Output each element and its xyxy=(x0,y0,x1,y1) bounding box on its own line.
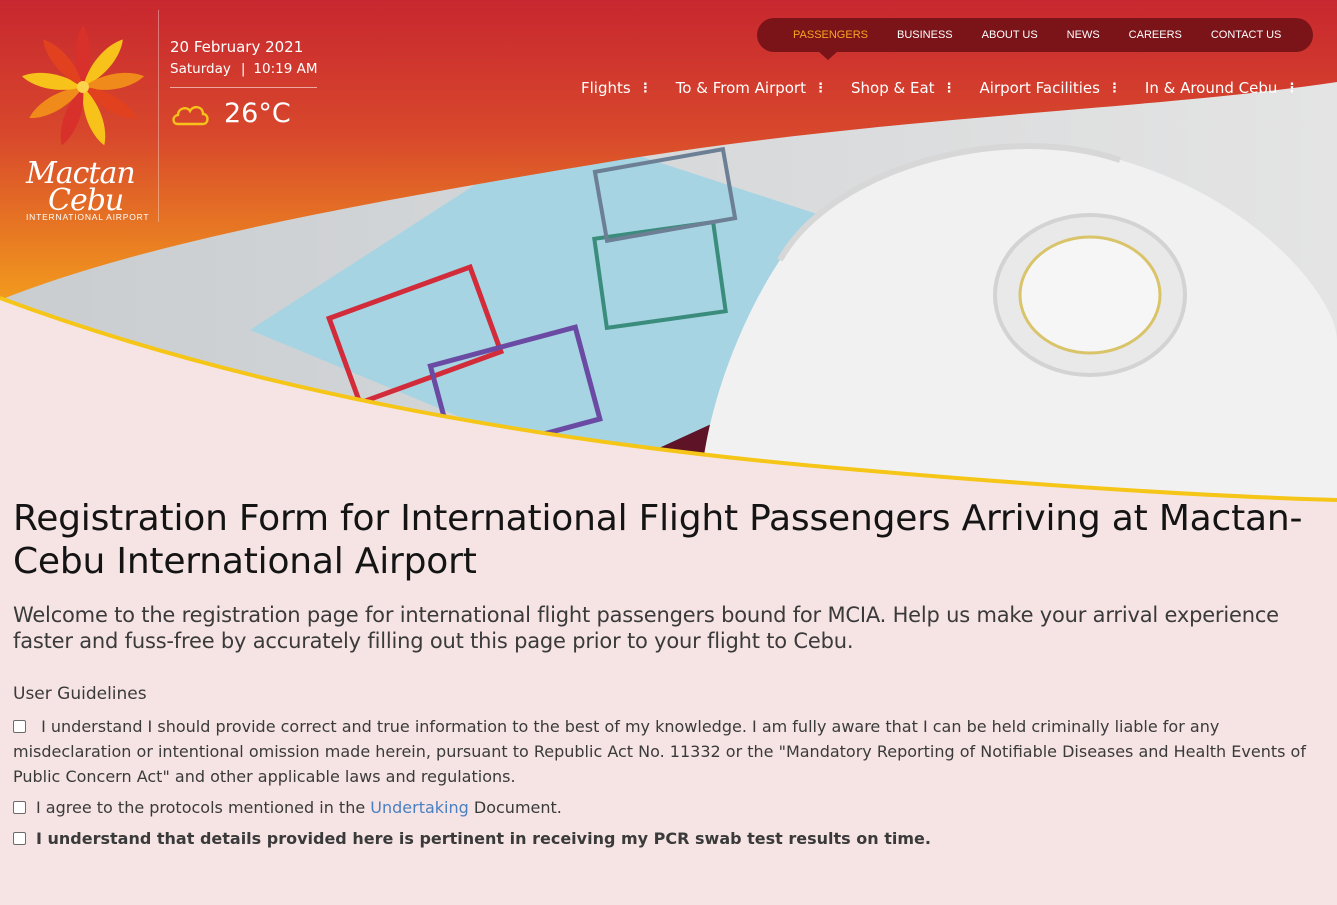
mainnav-shop-eat[interactable]: Shop & Eat ⋮ xyxy=(851,79,956,97)
mcia-logo[interactable]: Mactan Cebu INTERNATIONAL AIRPORT xyxy=(18,22,150,222)
flower-logo-icon xyxy=(21,25,145,146)
topnav-contact-us[interactable]: CONTACT US xyxy=(1211,29,1282,41)
topnav-news[interactable]: NEWS xyxy=(1067,29,1100,41)
menu-dots-icon: ⋮ xyxy=(814,80,827,96)
main-nav: Flights ⋮ To & From Airport ⋮ Shop & Eat ⋮ … xyxy=(581,79,1322,97)
date-rule xyxy=(170,87,317,88)
date-weather-widget: 20 February 2021 Saturday | 10:19 AM 26°C xyxy=(170,38,318,129)
menu-dots-icon: ⋮ xyxy=(1107,80,1121,96)
guideline-item-undertaking: I agree to the protocols mentioned in th… xyxy=(13,795,1313,820)
undertaking-checkbox[interactable] xyxy=(13,801,26,814)
menu-dots-icon: ⋮ xyxy=(638,80,652,96)
guidelines-heading: User Guidelines xyxy=(13,684,147,704)
mainnav-to-from-airport[interactable]: To & From Airport ⋮ xyxy=(676,79,827,97)
intro-text: Welcome to the registration page for int… xyxy=(13,603,1279,653)
guideline-item-pcr: I understand that details provided here … xyxy=(13,826,1313,851)
weather: 26°C xyxy=(170,98,318,129)
registration-content: Registration Form for International Flig… xyxy=(13,497,1313,851)
logo-subtitle: INTERNATIONAL AIRPORT xyxy=(26,212,150,222)
mainnav-flights[interactable]: Flights ⋮ xyxy=(581,79,652,97)
top-nav: PASSENGERS BUSINESS ABOUT US NEWS CAREER… xyxy=(757,18,1313,52)
pcr-checkbox[interactable] xyxy=(13,832,26,845)
hero-banner: Mactan Cebu INTERNATIONAL AIRPORT 20 Feb… xyxy=(0,0,1337,505)
topnav-about-us[interactable]: ABOUT US xyxy=(982,29,1038,41)
liability-text: I understand I should provide correct an… xyxy=(13,717,1306,786)
topnav-business[interactable]: BUSINESS xyxy=(897,29,953,41)
menu-dots-icon: ⋮ xyxy=(1285,80,1299,96)
guideline-item-liability: I understand I should provide correct an… xyxy=(13,714,1313,789)
undertaking-text: I agree to the protocols mentioned in th… xyxy=(36,798,562,817)
active-caret-icon xyxy=(818,51,838,60)
pcr-text: I understand that details provided here … xyxy=(36,829,931,848)
temperature: 26°C xyxy=(224,98,291,129)
page-title: Registration Form for International Flig… xyxy=(13,498,1303,582)
mainnav-in-around-cebu[interactable]: In & Around Cebu ⋮ xyxy=(1145,79,1298,97)
mainnav-airport-facilities[interactable]: Airport Facilities ⋮ xyxy=(980,79,1121,97)
liability-checkbox[interactable] xyxy=(13,720,26,733)
logo-wordmark: Mactan Cebu xyxy=(26,156,136,218)
undertaking-link[interactable]: Undertaking xyxy=(370,798,469,817)
header-divider xyxy=(158,10,159,222)
current-day-time: Saturday | 10:19 AM xyxy=(170,61,318,77)
menu-dots-icon: ⋮ xyxy=(942,80,956,96)
topnav-passengers[interactable]: PASSENGERS xyxy=(793,29,868,41)
cloud-icon xyxy=(172,105,209,125)
topnav-careers[interactable]: CAREERS xyxy=(1129,29,1182,41)
current-date: 20 February 2021 xyxy=(170,38,304,56)
